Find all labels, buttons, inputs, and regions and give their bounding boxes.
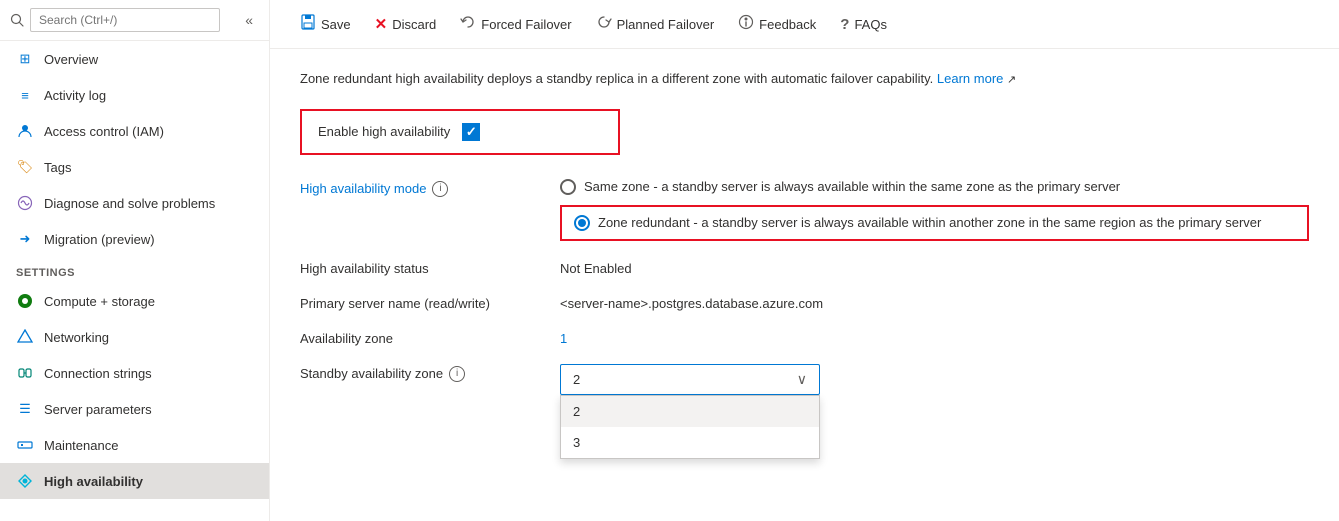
primary-server-value: <server-name>.postgres.database.azure.co… — [560, 294, 1309, 311]
ha-mode-row: High availability mode i Same zone - a s… — [300, 179, 1309, 241]
sidebar-item-compute-storage[interactable]: Compute + storage — [0, 283, 269, 319]
activity-log-icon: ≡ — [16, 86, 34, 104]
search-icon — [10, 13, 24, 27]
sidebar-item-activity-log[interactable]: ≡ Activity log — [0, 77, 269, 113]
sidebar-item-server-parameters[interactable]: ☰ Server parameters — [0, 391, 269, 427]
search-input[interactable] — [30, 8, 220, 32]
high-availability-icon — [16, 472, 34, 490]
sidebar-item-access-control[interactable]: Access control (IAM) — [0, 113, 269, 149]
planned-failover-label: Planned Failover — [617, 17, 715, 32]
toolbar: Save ✕ Discard Forced Failover Planned F… — [270, 0, 1339, 49]
connection-strings-icon — [16, 364, 34, 382]
ha-status-label: High availability status — [300, 259, 560, 276]
zone-redundant-radio[interactable] — [574, 215, 590, 231]
standby-zone-dropdown-container: 2 ∨ 2 3 — [560, 364, 820, 395]
sidebar-item-label: Tags — [44, 160, 71, 175]
zone-redundant-label: Zone redundant - a standby server is alw… — [598, 215, 1261, 230]
sidebar-item-label: Diagnose and solve problems — [44, 196, 215, 211]
discard-label: Discard — [392, 17, 436, 32]
enable-ha-label: Enable high availability — [318, 124, 450, 139]
same-zone-radio-row[interactable]: Same zone - a standby server is always a… — [560, 179, 1309, 195]
ha-status-row: High availability status Not Enabled — [300, 259, 1309, 276]
planned-failover-button[interactable]: Planned Failover — [586, 8, 725, 40]
maintenance-icon — [16, 436, 34, 454]
standby-zone-dropdown-menu: 2 3 — [560, 395, 820, 459]
sidebar-item-label: Maintenance — [44, 438, 118, 453]
standby-zone-row: Standby availability zone i 2 ∨ 2 3 — [300, 364, 1309, 395]
sidebar-item-tags[interactable]: 🏷 Tags — [0, 149, 269, 185]
sidebar-item-label: Access control (IAM) — [44, 124, 164, 139]
ha-mode-info-icon[interactable]: i — [432, 181, 448, 197]
sidebar-item-label: Activity log — [44, 88, 106, 103]
sidebar-item-label: Connection strings — [44, 366, 152, 381]
zone-redundant-radio-row[interactable]: Zone redundant - a standby server is alw… — [560, 205, 1309, 241]
discard-button[interactable]: ✕ Discard — [365, 9, 447, 39]
sidebar-item-high-availability[interactable]: High availability — [0, 463, 269, 499]
faqs-icon: ? — [840, 16, 849, 33]
ha-mode-label: High availability mode i — [300, 179, 560, 197]
feedback-button[interactable]: Feedback — [728, 8, 826, 40]
standby-zone-dropdown[interactable]: 2 ∨ — [560, 364, 820, 395]
forced-failover-button[interactable]: Forced Failover — [450, 8, 581, 40]
sidebar-search-container: « — [0, 0, 269, 41]
sidebar-item-maintenance[interactable]: Maintenance — [0, 427, 269, 463]
page-body: Zone redundant high availability deploys… — [270, 49, 1339, 521]
forced-failover-label: Forced Failover — [481, 17, 571, 32]
feedback-label: Feedback — [759, 17, 816, 32]
save-button[interactable]: Save — [290, 8, 361, 40]
networking-icon — [16, 328, 34, 346]
same-zone-label: Same zone - a standby server is always a… — [584, 179, 1120, 194]
overview-icon: ⊞ — [16, 50, 34, 68]
settings-section-label: Settings — [0, 257, 269, 283]
enable-ha-box: Enable high availability — [300, 109, 620, 155]
sidebar-item-label: Server parameters — [44, 402, 152, 417]
discard-icon: ✕ — [375, 15, 388, 33]
sidebar-item-label: Compute + storage — [44, 294, 155, 309]
ha-status-value: Not Enabled — [560, 259, 1309, 276]
main-content: Save ✕ Discard Forced Failover Planned F… — [270, 0, 1339, 521]
compute-storage-icon — [16, 292, 34, 310]
sidebar: « ⊞ Overview ≡ Activity log Access contr… — [0, 0, 270, 521]
save-icon — [300, 14, 316, 34]
forced-failover-icon — [460, 14, 476, 34]
sidebar-item-networking[interactable]: Networking — [0, 319, 269, 355]
learn-more-link[interactable]: Learn more — [937, 71, 1003, 86]
faqs-button[interactable]: ? FAQs — [830, 10, 897, 39]
sidebar-item-connection-strings[interactable]: Connection strings — [0, 355, 269, 391]
tags-icon: 🏷 — [16, 158, 34, 176]
migration-icon: ➜ — [16, 230, 34, 248]
enable-ha-checkbox[interactable] — [462, 123, 480, 141]
sidebar-item-label: Overview — [44, 52, 98, 67]
access-control-icon — [16, 122, 34, 140]
sidebar-item-migration[interactable]: ➜ Migration (preview) — [0, 221, 269, 257]
sidebar-item-label: Networking — [44, 330, 109, 345]
availability-zone-value: 1 — [560, 329, 1309, 346]
dropdown-selected-value: 2 — [573, 372, 580, 387]
standby-zone-label: Standby availability zone i — [300, 364, 560, 382]
planned-failover-icon — [596, 14, 612, 34]
faqs-label: FAQs — [854, 17, 887, 32]
feedback-icon — [738, 14, 754, 34]
primary-server-row: Primary server name (read/write) <server… — [300, 294, 1309, 311]
save-label: Save — [321, 17, 351, 32]
server-parameters-icon: ☰ — [16, 400, 34, 418]
form-section: High availability mode i Same zone - a s… — [300, 179, 1309, 395]
same-zone-radio[interactable] — [560, 179, 576, 195]
sidebar-item-diagnose[interactable]: Diagnose and solve problems — [0, 185, 269, 221]
diagnose-icon — [16, 194, 34, 212]
standby-zone-info-icon[interactable]: i — [449, 366, 465, 382]
external-link-icon: ↗ — [1007, 74, 1016, 86]
radio-options: Same zone - a standby server is always a… — [560, 179, 1309, 241]
dropdown-option-3[interactable]: 3 — [561, 427, 819, 458]
sidebar-item-label: Migration (preview) — [44, 232, 155, 247]
availability-zone-label: Availability zone — [300, 329, 560, 346]
chevron-down-icon: ∨ — [797, 371, 807, 388]
sidebar-collapse-button[interactable]: « — [239, 10, 259, 30]
sidebar-item-overview[interactable]: ⊞ Overview — [0, 41, 269, 77]
primary-server-label: Primary server name (read/write) — [300, 294, 560, 311]
dropdown-option-2[interactable]: 2 — [561, 396, 819, 427]
sidebar-item-label: High availability — [44, 474, 143, 489]
availability-zone-row: Availability zone 1 — [300, 329, 1309, 346]
description-text: Zone redundant high availability deploys… — [300, 69, 1309, 89]
